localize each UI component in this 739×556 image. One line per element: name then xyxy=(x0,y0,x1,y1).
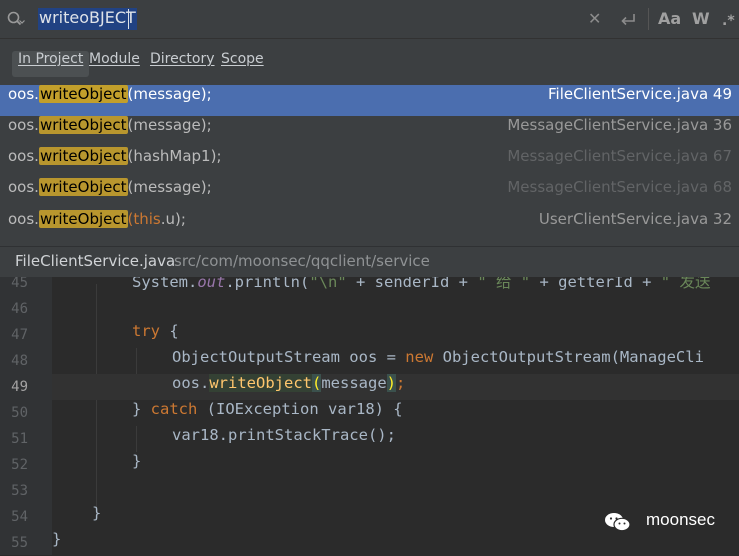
regex-icon[interactable]: .* xyxy=(722,12,739,28)
whole-words-toggle[interactable]: W xyxy=(692,9,710,29)
preview-header: FileClientService.java src/com/moonsec/q… xyxy=(0,246,739,277)
code-line-54: } xyxy=(92,504,102,522)
result-text: oos.writeObject(message); xyxy=(8,178,212,196)
new-line-icon[interactable] xyxy=(619,12,637,28)
result-row[interactable]: oos.writeObject(message); MessageClientS… xyxy=(0,178,739,209)
code-line-52: } xyxy=(132,452,142,470)
line-number: 46 xyxy=(11,301,28,317)
line-number: 51 xyxy=(11,431,28,447)
line-number: 47 xyxy=(11,327,28,343)
line-number: 52 xyxy=(11,457,28,473)
result-row[interactable]: oos.writeObject(hashMap1); MessageClient… xyxy=(0,147,739,178)
code-line-48: ObjectOutputStream oos = new ObjectOutpu… xyxy=(172,348,704,366)
result-location: MessageClientService.java 68 xyxy=(507,178,732,196)
wechat-icon xyxy=(605,513,631,532)
tab-in-project[interactable]: In Project xyxy=(12,51,90,77)
tab-scope[interactable]: Scope xyxy=(221,51,264,77)
code-line-55: } xyxy=(52,530,62,548)
code-line-49-current: oos.writeObject(message); xyxy=(52,374,739,400)
line-number-current: 49 xyxy=(11,379,28,395)
watermark-text: moonsec xyxy=(646,510,715,529)
result-text: oos.writeObject(message); xyxy=(8,116,212,134)
result-row-selected[interactable]: oos.writeObject(message); FileClientServ… xyxy=(0,85,739,116)
search-input[interactable]: writeoBJECT xyxy=(38,8,137,30)
result-location: MessageClientService.java 67 xyxy=(507,147,732,165)
toolbar-separator xyxy=(648,8,649,30)
search-icon[interactable] xyxy=(7,11,25,27)
result-text: oos.writeObject(hashMap1); xyxy=(8,147,222,165)
match-case-toggle[interactable]: Aa xyxy=(658,9,681,29)
clear-icon[interactable]: ✕ xyxy=(588,9,601,29)
text-caret xyxy=(128,9,129,29)
line-number: 50 xyxy=(11,405,28,421)
search-bar: writeoBJECT ✕ Aa W .* xyxy=(0,0,739,39)
find-in-path-popup: writeoBJECT ✕ Aa W .* In Project Module … xyxy=(0,0,739,277)
scope-tabs: In Project Module Directory Scope xyxy=(0,38,739,84)
result-row[interactable]: oos.writeObject(this.u); UserClientServi… xyxy=(0,210,739,241)
code-line-47: try { xyxy=(132,322,179,340)
tab-module[interactable]: Module xyxy=(89,51,140,77)
result-text: oos.writeObject(message); xyxy=(8,85,212,103)
result-location: FileClientService.java 49 xyxy=(547,85,732,103)
line-number: 53 xyxy=(11,483,28,499)
preview-file-path: src/com/moonsec/qqclient/service xyxy=(174,252,430,270)
line-number: 55 xyxy=(11,535,28,551)
result-row[interactable]: oos.writeObject(message); MessageClientS… xyxy=(0,116,739,147)
tab-directory[interactable]: Directory xyxy=(150,51,215,77)
svg-text:.*: .* xyxy=(722,13,735,28)
result-location: UserClientService.java 32 xyxy=(538,210,732,228)
code-line-50: } catch (IOException var18) { xyxy=(132,400,403,418)
line-number: 48 xyxy=(11,353,28,369)
preview-file-name: FileClientService.java xyxy=(15,252,176,270)
line-number: 54 xyxy=(11,509,28,525)
result-location: MessageClientService.java 36 xyxy=(507,116,732,134)
result-text: oos.writeObject(this.u); xyxy=(8,210,186,228)
code-line-51: var18.printStackTrace(); xyxy=(172,426,396,444)
